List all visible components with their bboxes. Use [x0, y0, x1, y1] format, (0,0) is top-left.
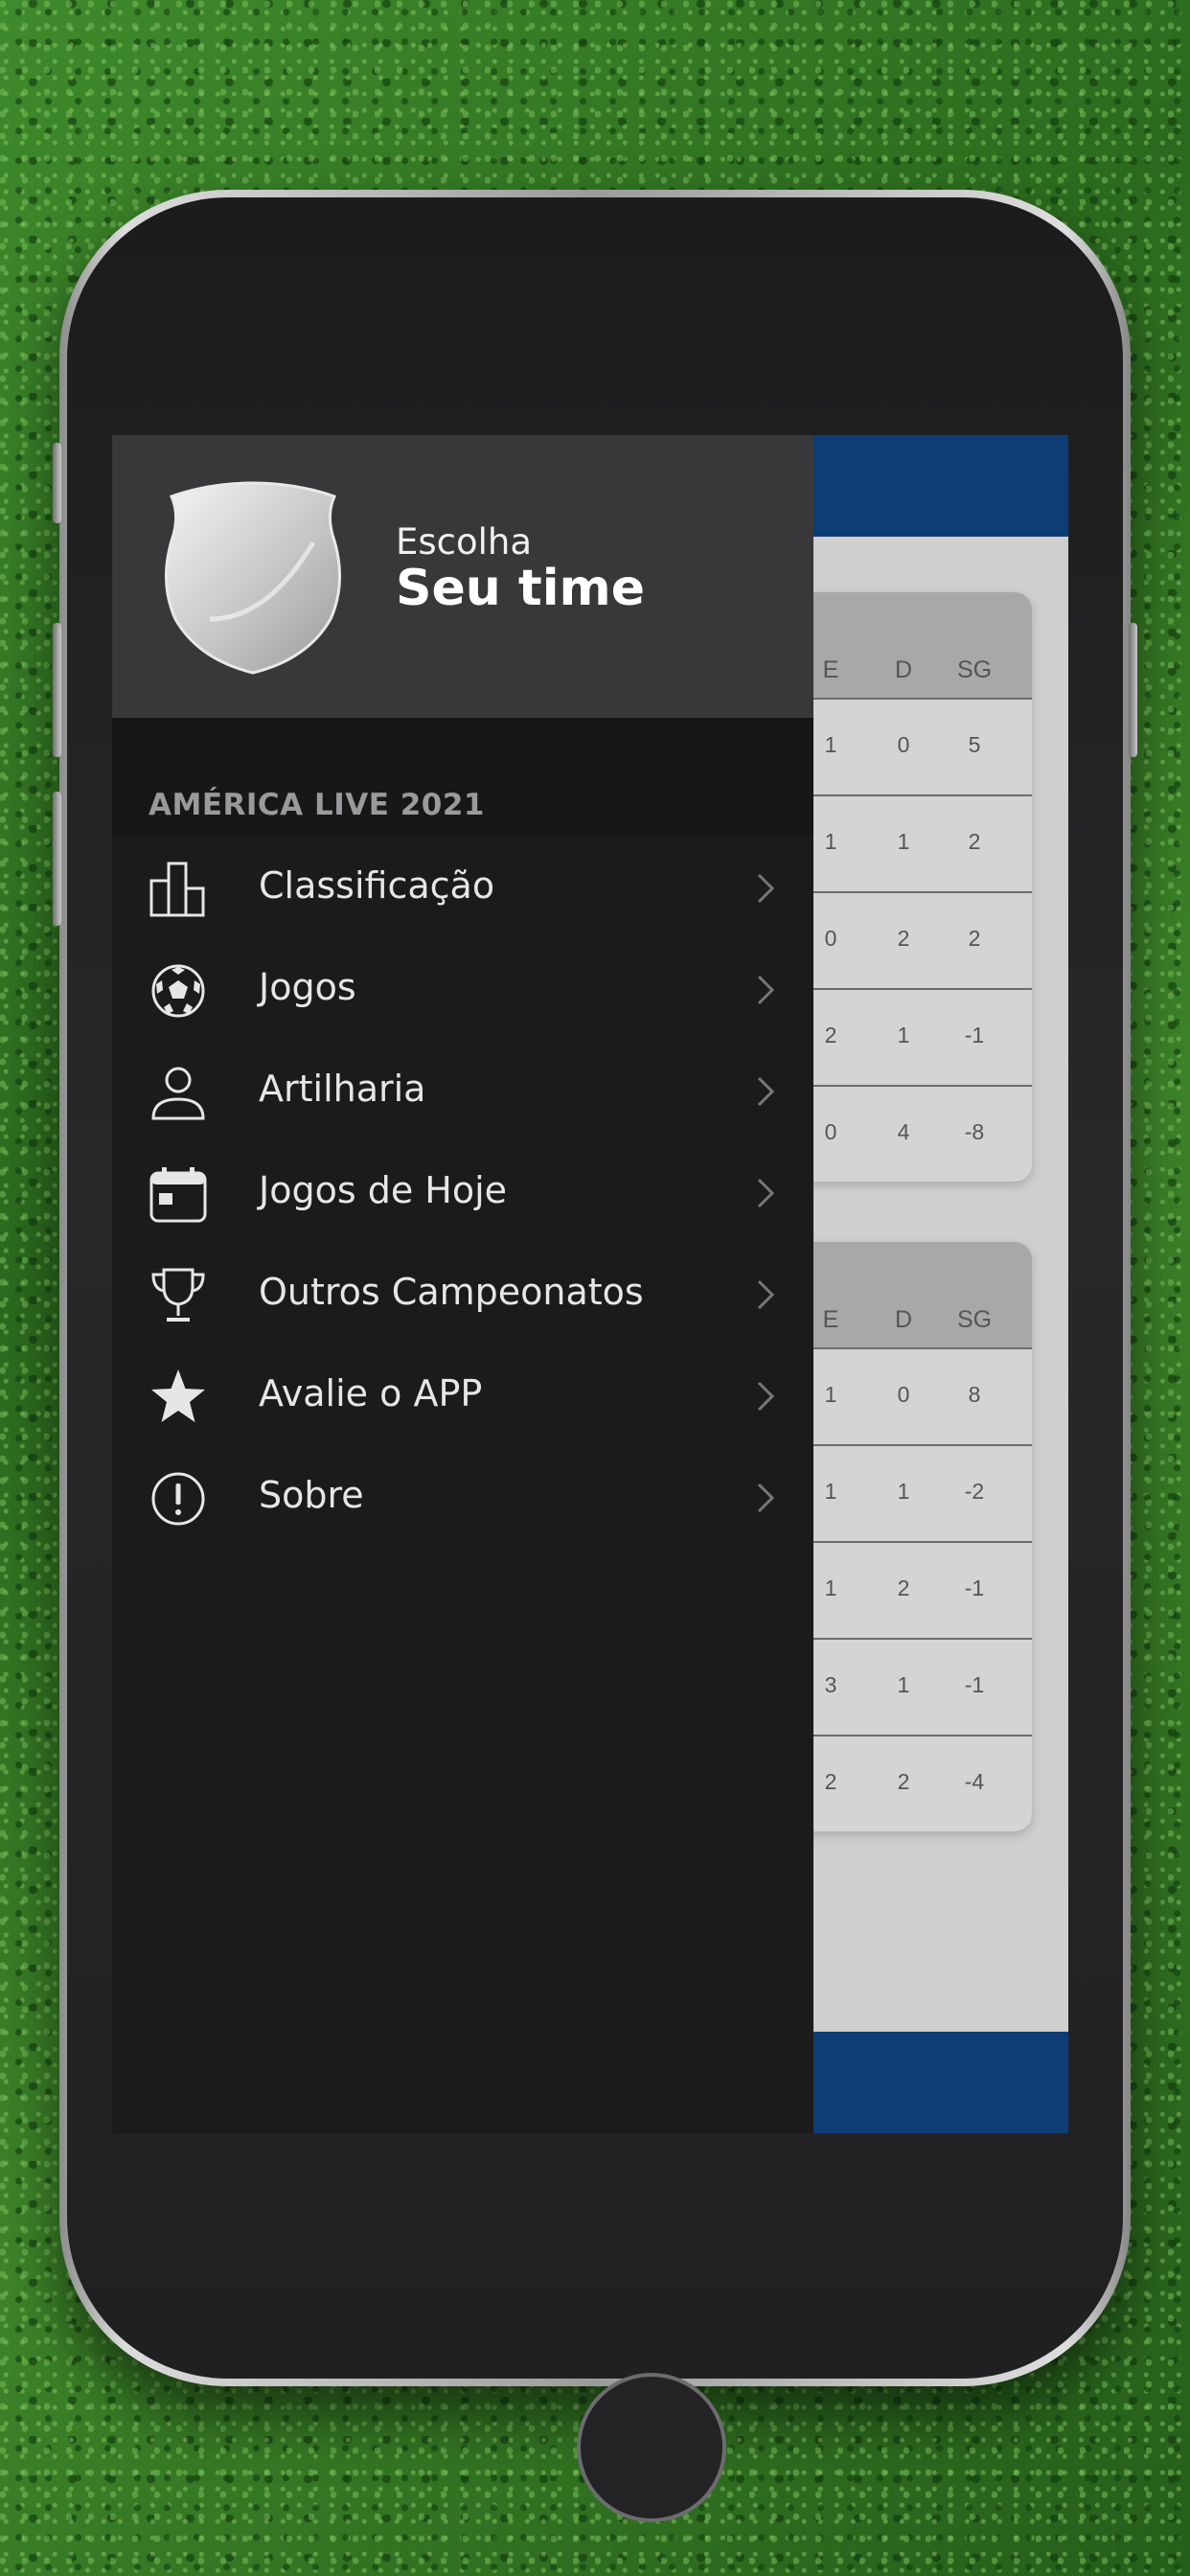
cell-d: 1 — [897, 1023, 910, 1047]
menu-label: Sobre — [259, 1474, 364, 1516]
your-team-label: Seu time — [396, 560, 645, 617]
menu-item-avalie-o-app[interactable]: Avalie o APP — [112, 1346, 813, 1447]
chevron-right-icon — [757, 1076, 775, 1107]
table-row[interactable]: 1 2 -1 — [783, 1541, 1032, 1638]
volume-up-button — [53, 623, 61, 757]
menu-item-classificacao[interactable]: Classificação — [112, 838, 813, 939]
choose-label: Escolha — [396, 521, 533, 563]
table-row[interactable]: 1 1 2 — [783, 794, 1032, 891]
cell-sg: 5 — [968, 732, 981, 757]
table-row[interactable]: 2 1 -1 — [783, 988, 1032, 1085]
bar-chart-icon — [149, 862, 205, 917]
cell-sg: -1 — [964, 1023, 985, 1047]
home-button[interactable] — [577, 2373, 726, 2522]
column-header-d: D — [894, 656, 913, 683]
cell-sg: -2 — [964, 1479, 985, 1504]
info-circle-icon — [151, 1472, 205, 1526]
menu-label: Artilharia — [259, 1068, 426, 1110]
menu-item-outros-campeonatos[interactable]: Outros Campeonatos — [112, 1244, 813, 1346]
menu-label: Classificação — [259, 864, 495, 907]
table-header: E D SG — [783, 1242, 1032, 1347]
menu-label: Avalie o APP — [259, 1372, 483, 1414]
chevron-right-icon — [757, 1279, 775, 1310]
table-row[interactable]: 1 0 8 — [783, 1347, 1032, 1444]
cell-d: 1 — [897, 1479, 910, 1504]
team-shield-icon[interactable] — [152, 475, 354, 677]
standings-table: E D SG 1 0 5 1 1 2 0 2 2 2 1 -1 0 4 -8 — [783, 592, 1032, 1182]
cell-d: 2 — [897, 1769, 910, 1794]
championship-section-title: AMÉRICA LIVE 2021 — [149, 788, 485, 822]
table-row[interactable]: 0 4 -8 — [783, 1085, 1032, 1182]
menu-item-sobre[interactable]: Sobre — [112, 1447, 813, 1549]
navigation-drawer: Escolha Seu time AMÉRICA LIVE 2021 Class… — [112, 435, 813, 2133]
volume-down-button — [53, 792, 61, 926]
cell-d: 0 — [897, 1382, 910, 1407]
table-row[interactable]: 0 2 2 — [783, 891, 1032, 988]
cell-d: 0 — [897, 732, 910, 757]
table-row[interactable]: 3 1 -1 — [783, 1638, 1032, 1735]
table-row[interactable]: 1 1 -2 — [783, 1444, 1032, 1541]
cell-sg: -4 — [964, 1769, 985, 1794]
column-header-sg: SG — [956, 1306, 993, 1333]
chevron-right-icon — [757, 1381, 775, 1412]
table-row[interactable]: 2 2 -4 — [783, 1735, 1032, 1831]
menu-item-artilharia[interactable]: Artilharia — [112, 1041, 813, 1142]
menu-item-jogos[interactable]: Jogos — [112, 939, 813, 1041]
soccer-ball-icon — [151, 964, 205, 1018]
trophy-icon — [151, 1268, 205, 1322]
mute-switch — [53, 443, 61, 523]
calendar-icon — [149, 1167, 207, 1223]
drawer-menu: Classificação Jogos Artilharia Jogos de … — [112, 838, 813, 1549]
chevron-right-icon — [757, 1483, 775, 1513]
table-row[interactable]: 1 0 5 — [783, 698, 1032, 794]
cell-sg: -1 — [964, 1576, 985, 1600]
cell-sg: 2 — [968, 829, 981, 854]
cell-d: 1 — [897, 829, 910, 854]
cell-sg: 8 — [968, 1382, 981, 1407]
cell-sg: 2 — [968, 926, 981, 951]
cell-d: 2 — [897, 926, 910, 951]
chevron-right-icon — [757, 975, 775, 1005]
menu-label: Jogos de Hoje — [259, 1169, 508, 1211]
menu-label: Outros Campeonatos — [259, 1271, 644, 1313]
app-screen: E D SG 1 0 5 1 1 2 0 2 2 2 1 -1 0 4 -8 E… — [112, 435, 1068, 2133]
cell-sg: -8 — [964, 1119, 985, 1144]
cell-sg: -1 — [964, 1672, 985, 1697]
menu-label: Jogos — [259, 966, 356, 1008]
power-button — [1129, 623, 1137, 757]
star-icon — [151, 1369, 205, 1422]
chevron-right-icon — [757, 1178, 775, 1208]
cell-d: 1 — [897, 1672, 910, 1697]
standings-table: E D SG 1 0 8 1 1 -2 1 2 -1 3 1 -1 2 2 -4 — [783, 1242, 1032, 1831]
cell-d: 4 — [897, 1119, 910, 1144]
person-icon — [151, 1067, 205, 1120]
table-header: E D SG — [783, 592, 1032, 698]
column-header-d: D — [894, 1306, 913, 1333]
cell-d: 2 — [897, 1576, 910, 1600]
choose-team-header[interactable]: Escolha Seu time — [112, 435, 813, 718]
chevron-right-icon — [757, 873, 775, 904]
menu-item-jogos-de-hoje[interactable]: Jogos de Hoje — [112, 1142, 813, 1244]
column-header-sg: SG — [956, 656, 993, 683]
